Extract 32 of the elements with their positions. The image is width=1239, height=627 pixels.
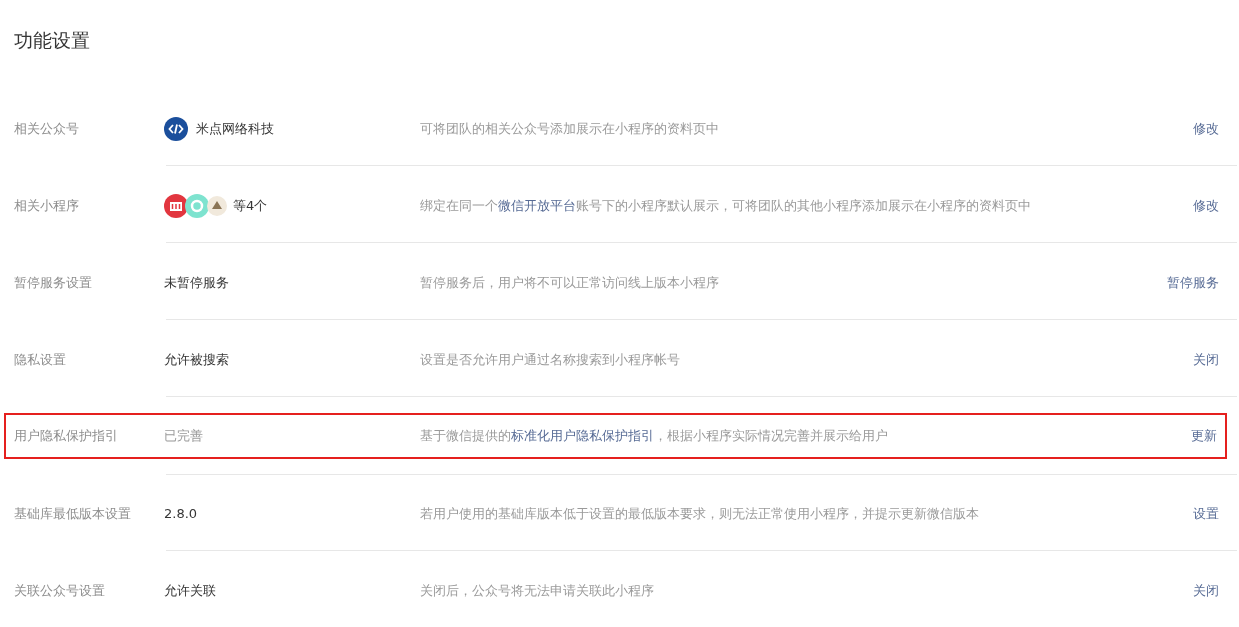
- action-link[interactable]: 更新: [1191, 427, 1225, 445]
- setting-description: 暂停服务后，用户将不可以正常访问线上版本小程序: [419, 273, 720, 292]
- action-link[interactable]: 关闭: [1193, 350, 1231, 369]
- setting-label: 相关公众号: [13, 119, 80, 138]
- setting-description: 若用户使用的基础库版本低于设置的最低版本要求，则无法正常使用小程序，并提示更新微信版本: [419, 504, 980, 523]
- setting-description: 基于微信提供的标准化用户隐私保护指引，根据小程序实际情况完善并展示给用户: [419, 427, 889, 445]
- action-link[interactable]: 暂停服务: [1167, 273, 1231, 292]
- code-avatar-icon: [164, 116, 188, 141]
- page-title: 功能设置: [13, 28, 91, 53]
- description-link[interactable]: 标准化用户隐私保护指引: [511, 428, 654, 443]
- action-link[interactable]: 修改: [1193, 119, 1231, 138]
- setting-value: 允许关联: [164, 581, 216, 600]
- setting-label: 用户隐私保护指引: [13, 427, 119, 445]
- setting-label: 隐私设置: [13, 350, 67, 369]
- chat-avatar-icon: [185, 193, 209, 218]
- setting-value: 未暂停服务: [164, 273, 229, 292]
- setting-value: 等4个: [233, 196, 268, 215]
- action-link[interactable]: 修改: [1193, 196, 1231, 215]
- setting-value: 允许被搜索: [164, 350, 229, 369]
- setting-value: 米点网络科技: [196, 119, 274, 138]
- setting-label: 相关小程序: [13, 196, 80, 215]
- setting-description: 设置是否允许用户通过名称搜索到小程序帐号: [419, 350, 681, 369]
- setting-description: 关闭后，公众号将无法申请关联此小程序: [419, 581, 655, 600]
- setting-description: 可将团队的相关公众号添加展示在小程序的资料页中: [419, 119, 720, 138]
- action-link[interactable]: 设置: [1193, 504, 1231, 523]
- setting-label: 暂停服务设置: [13, 273, 93, 292]
- setting-label: 基础库最低版本设置: [13, 504, 132, 523]
- setting-value: 已完善: [164, 427, 203, 445]
- setting-value: 2.8.0: [164, 506, 198, 521]
- description-link[interactable]: 微信开放平台: [498, 197, 576, 213]
- action-link[interactable]: 关闭: [1193, 581, 1231, 600]
- setting-label: 关联公众号设置: [13, 581, 106, 600]
